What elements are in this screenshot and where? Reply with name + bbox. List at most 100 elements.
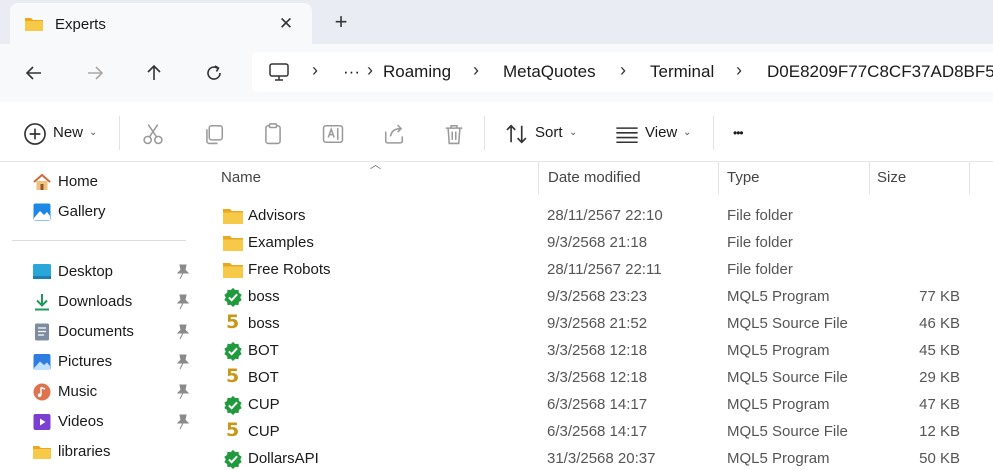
refresh-button[interactable] bbox=[200, 59, 228, 87]
new-tab-button[interactable]: + bbox=[328, 9, 354, 35]
pin-icon[interactable] bbox=[176, 264, 190, 280]
arrow-right-icon bbox=[88, 66, 104, 80]
close-tab-button[interactable]: ✕ bbox=[274, 12, 298, 36]
file-type: MQL5 Source File bbox=[727, 369, 848, 386]
table-row[interactable]: Examples 9/3/2568 21:18 File folder bbox=[198, 229, 993, 256]
table-row[interactable]: BOT 3/3/2568 12:18 MQL5 Program 45 KB bbox=[198, 337, 993, 364]
share-icon[interactable] bbox=[381, 121, 407, 147]
sidebar-item-label: Home bbox=[58, 173, 99, 190]
back-button[interactable] bbox=[20, 59, 48, 87]
pin-icon[interactable] bbox=[176, 354, 190, 370]
music-icon bbox=[33, 383, 51, 401]
file-type: MQL5 Program bbox=[727, 450, 830, 467]
sidebar-item-label: libraries bbox=[58, 443, 111, 460]
arrow-left-icon bbox=[25, 66, 41, 80]
copy-icon[interactable] bbox=[201, 121, 227, 147]
column-header-name[interactable]: Name bbox=[221, 162, 261, 194]
file-date: 28/11/2567 22:11 bbox=[547, 261, 662, 278]
sidebar-divider bbox=[12, 240, 186, 241]
rename-icon[interactable] bbox=[320, 121, 346, 147]
table-row[interactable]: Free Robots 28/11/2567 22:11 File folder bbox=[198, 256, 993, 283]
cut-icon[interactable] bbox=[140, 121, 166, 147]
refresh-icon bbox=[207, 65, 221, 80]
sidebar-item-gallery[interactable]: Gallery bbox=[32, 199, 198, 225]
file-size: 50 KB bbox=[919, 450, 960, 467]
column-divider[interactable] bbox=[718, 162, 719, 194]
breadcrumb-overflow[interactable]: ··· bbox=[343, 62, 360, 82]
forward-button[interactable] bbox=[81, 59, 109, 87]
paste-icon[interactable] bbox=[260, 121, 286, 147]
sidebar-item-label: Desktop bbox=[58, 263, 114, 280]
file-date: 28/11/2567 22:10 bbox=[547, 207, 663, 224]
view-button[interactable]: View bbox=[645, 120, 677, 146]
more-options-button[interactable]: ••• bbox=[733, 120, 744, 146]
chevron-right-icon: › bbox=[473, 60, 479, 80]
file-date: 9/3/2568 21:52 bbox=[547, 315, 648, 332]
chevron-down-icon: ⌄ bbox=[569, 127, 578, 138]
pin-icon[interactable] bbox=[176, 294, 190, 310]
column-header-type[interactable]: Type bbox=[727, 162, 760, 194]
file-name: BOT bbox=[248, 369, 279, 386]
documents-icon bbox=[35, 323, 49, 341]
breadcrumb-terminal-id[interactable]: D0E8209F77C8CF37AD8BF550 bbox=[767, 62, 993, 82]
toolbar-divider bbox=[713, 116, 714, 150]
breadcrumb-metaquotes[interactable]: MetaQuotes bbox=[503, 62, 596, 82]
pin-icon[interactable] bbox=[176, 414, 190, 430]
pin-icon[interactable] bbox=[176, 324, 190, 340]
trash-icon[interactable] bbox=[441, 121, 467, 147]
sidebar-item-videos[interactable]: Videos bbox=[32, 409, 198, 435]
breadcrumb-roaming[interactable]: Roaming bbox=[383, 62, 451, 82]
column-divider[interactable] bbox=[538, 162, 539, 194]
sidebar-item-label: Downloads bbox=[58, 293, 133, 310]
column-header-size[interactable]: Size bbox=[877, 162, 906, 194]
file-date: 31/3/2568 20:37 bbox=[547, 450, 656, 467]
sidebar-item-downloads[interactable]: Downloads bbox=[32, 289, 198, 315]
sidebar-item-libraries[interactable]: libraries bbox=[32, 439, 198, 465]
sidebar-item-label: Gallery bbox=[58, 203, 106, 220]
home-icon bbox=[33, 173, 51, 190]
download-icon bbox=[35, 294, 49, 311]
column-header-date[interactable]: Date modified bbox=[548, 162, 641, 194]
sidebar-item-desktop[interactable]: Desktop bbox=[32, 259, 198, 285]
file-size: 29 KB bbox=[919, 369, 960, 386]
file-name: boss bbox=[248, 288, 280, 305]
sidebar-item-home[interactable]: Home bbox=[32, 169, 198, 195]
pin-icon[interactable] bbox=[176, 384, 190, 400]
file-type: MQL5 Source File bbox=[727, 423, 848, 440]
folder-icon bbox=[223, 236, 243, 251]
table-row[interactable]: 5 boss 9/3/2568 21:52 MQL5 Source File 46 KB bbox=[198, 310, 993, 337]
sort-ascending-icon: ︿ bbox=[370, 159, 381, 171]
tab-experts[interactable]: Experts ✕ bbox=[10, 3, 312, 44]
file-date: 3/3/2568 12:18 bbox=[547, 369, 648, 386]
folder-icon bbox=[33, 446, 51, 459]
toolbar-divider bbox=[484, 116, 485, 150]
file-type: MQL5 Program bbox=[727, 288, 830, 305]
up-button[interactable] bbox=[140, 59, 168, 87]
sidebar-item-label: Music bbox=[58, 383, 98, 400]
mql5-source-icon: 5 bbox=[226, 311, 240, 333]
chevron-right-icon: › bbox=[367, 60, 373, 80]
sidebar-item-documents[interactable]: Documents bbox=[32, 319, 198, 345]
new-button[interactable]: New bbox=[53, 120, 83, 146]
sidebar-item-label: Documents bbox=[58, 323, 134, 340]
file-type: MQL5 Source File bbox=[727, 315, 848, 332]
file-name: BOT bbox=[248, 342, 279, 359]
tab-strip: Experts ✕ + bbox=[0, 0, 993, 44]
column-divider[interactable] bbox=[969, 162, 970, 194]
sidebar-item-pictures[interactable]: Pictures bbox=[32, 349, 198, 375]
table-row[interactable]: CUP 6/3/2568 14:17 MQL5 Program 47 KB bbox=[198, 391, 993, 418]
table-row[interactable]: boss 9/3/2568 23:23 MQL5 Program 77 KB bbox=[198, 283, 993, 310]
file-name: DollarsAPI bbox=[248, 450, 319, 467]
address-bar[interactable]: › ··· › Roaming › MetaQuotes › Terminal … bbox=[252, 52, 993, 92]
table-row[interactable]: 5 CUP 6/3/2568 14:17 MQL5 Source File 12 KB bbox=[198, 418, 993, 445]
sidebar-item-music[interactable]: Music bbox=[32, 379, 198, 405]
table-row[interactable]: 5 BOT 3/3/2568 12:18 MQL5 Source File 29 KB bbox=[198, 364, 993, 391]
table-row[interactable]: Advisors 28/11/2567 22:10 File folder bbox=[198, 202, 993, 229]
breadcrumb-terminal[interactable]: Terminal bbox=[650, 62, 714, 82]
chevron-right-icon: › bbox=[620, 60, 626, 80]
sort-button[interactable]: Sort bbox=[535, 120, 563, 146]
navigation-pane: Home Gallery Desktop Downloads Documents… bbox=[0, 162, 198, 470]
table-row[interactable]: DollarsAPI 31/3/2568 20:37 MQL5 Program 50 … bbox=[198, 445, 993, 470]
column-divider[interactable] bbox=[869, 162, 870, 194]
chevron-right-icon: › bbox=[736, 60, 742, 80]
